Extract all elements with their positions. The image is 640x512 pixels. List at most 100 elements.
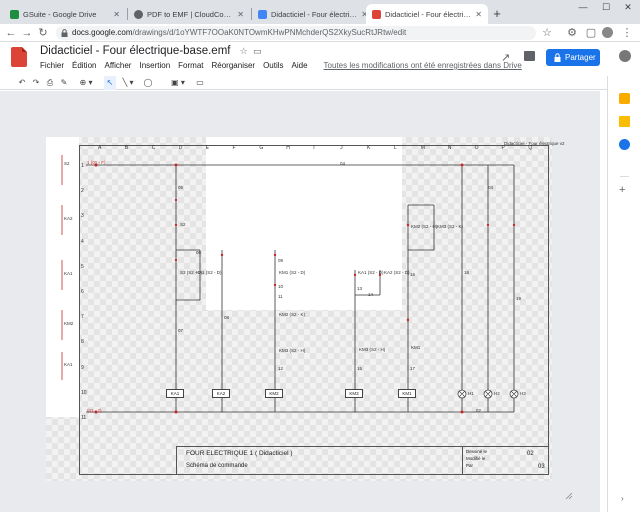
save-status[interactable]: Toutes les modifications ont été enregis… [324,61,522,70]
close-icon[interactable]: ✕ [113,10,120,19]
relay-coil-km1[interactable]: KM1 [398,389,416,398]
image-icon[interactable]: ▣ ▾ [168,76,188,90]
contact-km1: KM1 (S2 - D) [279,270,306,275]
document-title[interactable]: Didacticiel - Four électrique-base.emf ☆… [40,45,261,57]
title-block-total: 03 [538,464,545,470]
select-icon[interactable]: ↖ [104,76,116,90]
comment-add-icon[interactable]: ▭ [194,76,206,90]
profile-avatar[interactable] [602,27,613,38]
keep-icon[interactable] [619,116,630,127]
contact-km2-b: KM2 (S2 - H) [411,224,438,229]
browser-menu-icon[interactable]: ⋮ [620,26,634,40]
lock-icon [554,53,561,62]
menu-insertion[interactable]: Insertion [139,61,170,70]
column-header: I [313,145,315,151]
folder-icon[interactable]: ▭ [253,46,262,56]
wire-04b: 04 [488,185,494,190]
menu-outils[interactable]: Outils [263,61,283,70]
close-window-icon[interactable]: ✕ [618,2,638,13]
left-contact-km2: KM2 [64,321,74,326]
relay-coil-km3[interactable]: KM3 [345,389,363,398]
column-header: A [98,145,102,151]
shape-icon[interactable]: ◯ [142,76,154,90]
left-cover-area [46,137,79,417]
relay-coil-ka1[interactable]: KA1 [166,389,184,398]
relay-coil-ka2[interactable]: KA2 [212,389,230,398]
redo-icon[interactable]: ↷ [30,76,42,90]
minimize-icon[interactable]: — [573,2,593,12]
close-icon[interactable]: ✕ [475,10,482,19]
account-avatar[interactable] [619,50,631,62]
line-icon[interactable]: ╲ ▾ [118,76,138,90]
drawing-toolbar: ↶ ↷ ⎙ ✎ ⊕ ▾ ↖ ╲ ▾ ◯ ▣ ▾ ▭ [0,76,640,90]
reload-icon[interactable]: ↻ [36,26,50,40]
new-tab-button[interactable]: + [489,6,505,22]
column-header: O [474,145,479,151]
tab-gsuite-drive[interactable]: GSuite - Google Drive ✕ [4,4,126,24]
row-header: 2 [81,188,84,195]
resize-handle-icon[interactable] [565,492,573,500]
menu-format[interactable]: Format [178,61,203,70]
drawings-favicon-icon [372,9,381,19]
column-header: E [205,145,209,151]
row-header: 7 [81,314,84,321]
menu-fichier[interactable]: Fichier [40,61,64,70]
row-header: 3 [81,213,84,220]
wire-02: 02 [476,408,482,413]
comment-icon[interactable] [524,51,535,61]
drawings-logo-icon[interactable] [11,47,27,67]
share-button[interactable]: Partager [546,49,600,66]
contact-km3: KM3 (S2 - H) [279,348,306,353]
contact-ka1: KA1 (S2 - D) [196,270,222,275]
close-icon[interactable]: ✕ [237,10,244,19]
relay-coil-km2[interactable]: KM2 [265,389,283,398]
extension-icon[interactable]: ⚙ [565,26,579,40]
url-input[interactable]: docs.google.com/drawings/d/1oYWTF7OOaK0N… [56,26,536,40]
line-label-l2: (01 - 2) [87,408,102,413]
menu-afficher[interactable]: Afficher [104,61,131,70]
maximize-icon[interactable]: ☐ [596,2,616,13]
line-label-l1: 1 (01 - F) [87,160,106,165]
print-icon[interactable]: ⎙ [44,76,56,90]
cast-icon[interactable]: ▢ [584,26,598,40]
contact-s2: S2 [180,222,186,227]
tab-cloudconvert[interactable]: PDF to EMF | CloudConvert ✕ [128,4,250,24]
schematic-frame [79,145,549,475]
title-block-sheet: 02 [527,451,534,457]
star-icon[interactable]: ☆ [540,26,554,40]
left-contact-ka2: KA2 [64,216,73,221]
row-header: 4 [81,238,84,245]
undo-icon[interactable]: ↶ [16,76,28,90]
row-header: 9 [81,364,84,371]
star-icon[interactable]: ☆ [240,46,248,56]
column-header: L [393,145,397,151]
tasks-icon[interactable] [619,139,630,150]
menu-aide[interactable]: Aide [292,61,308,70]
row-header: 1 [81,163,84,169]
row-header: 5 [81,263,84,270]
calendar-icon[interactable] [619,93,630,104]
paint-format-icon[interactable]: ✎ [58,76,70,90]
wire-16: 16 [410,272,416,277]
contact-km3-b: KM3 (S2 - H) [359,347,386,352]
zoom-icon[interactable]: ⊕ ▾ [76,76,96,90]
contact-km3-c: KM3 (S2 - K) [437,224,464,229]
menu-reorganiser[interactable]: Réorganiser [212,61,256,70]
row-header: 6 [81,289,84,295]
back-icon[interactable]: ← [4,26,18,40]
column-header: N [447,145,452,151]
wire-12: 12 [278,366,284,371]
tab-didacticiel-1[interactable]: Didacticiel - Four électrique-bas ✕ [252,4,374,24]
column-header: H [286,145,290,151]
contact-ka1-b: KA1 (S2 - D) [358,270,384,275]
column-header: F [232,145,236,151]
lamp-h3: H3 [520,391,526,396]
expand-panel-icon[interactable]: › [621,494,624,503]
menu-edition[interactable]: Édition [72,61,96,70]
activity-icon[interactable]: ↗ [501,51,510,64]
add-addon-icon[interactable]: + [619,184,625,196]
docs-favicon-icon [258,9,267,19]
forward-icon[interactable]: → [20,26,34,40]
column-header: J [340,145,343,151]
tab-didacticiel-active[interactable]: Didacticiel - Four électrique-bas ✕ [366,4,488,24]
